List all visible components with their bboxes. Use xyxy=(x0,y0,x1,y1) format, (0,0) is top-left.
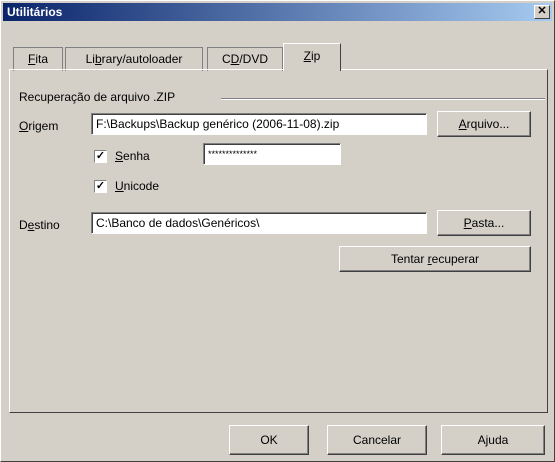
destino-label: Destino xyxy=(19,218,60,232)
origem-input[interactable]: F:\Backups\Backup genérico (2006-11-08).… xyxy=(91,113,427,135)
tab-library-autoloader[interactable]: Library/autoloader xyxy=(65,47,203,71)
help-button[interactable]: Ajuda xyxy=(441,425,545,455)
pasta-button[interactable]: Pasta... xyxy=(437,210,531,236)
tentar-recuperar-button[interactable]: Tentar recuperar xyxy=(339,246,531,272)
senha-checkbox[interactable]: ✓ xyxy=(94,150,107,163)
ok-button[interactable]: OK xyxy=(229,425,309,455)
tab-cd-dvd[interactable]: CD/DVD xyxy=(207,47,283,71)
utilitarios-window: Utilitários ✕ Fita Library/autoloader CD… xyxy=(0,0,555,462)
close-button[interactable]: ✕ xyxy=(534,5,550,19)
window-title: Utilitários xyxy=(7,5,63,19)
destino-input[interactable]: C:\Banco de dados\Genéricos\ xyxy=(91,212,427,234)
tab-zip[interactable]: Zip xyxy=(283,43,341,71)
group-label: Recuperação de arquivo .ZIP xyxy=(19,90,176,104)
arquivo-button[interactable]: Arquivo... xyxy=(437,111,531,137)
group-divider xyxy=(221,98,545,100)
unicode-checkbox[interactable]: ✓ xyxy=(94,180,107,193)
cancel-button[interactable]: Cancelar xyxy=(327,425,427,455)
tab-fita[interactable]: Fita xyxy=(13,47,63,71)
close-icon: ✕ xyxy=(537,5,547,17)
origem-label: Origem xyxy=(19,119,59,133)
senha-label: Senha xyxy=(115,149,150,163)
senha-input[interactable]: ************** xyxy=(203,143,341,165)
title-bar[interactable]: Utilitários ✕ xyxy=(3,3,552,21)
unicode-label: Unicode xyxy=(115,179,160,193)
